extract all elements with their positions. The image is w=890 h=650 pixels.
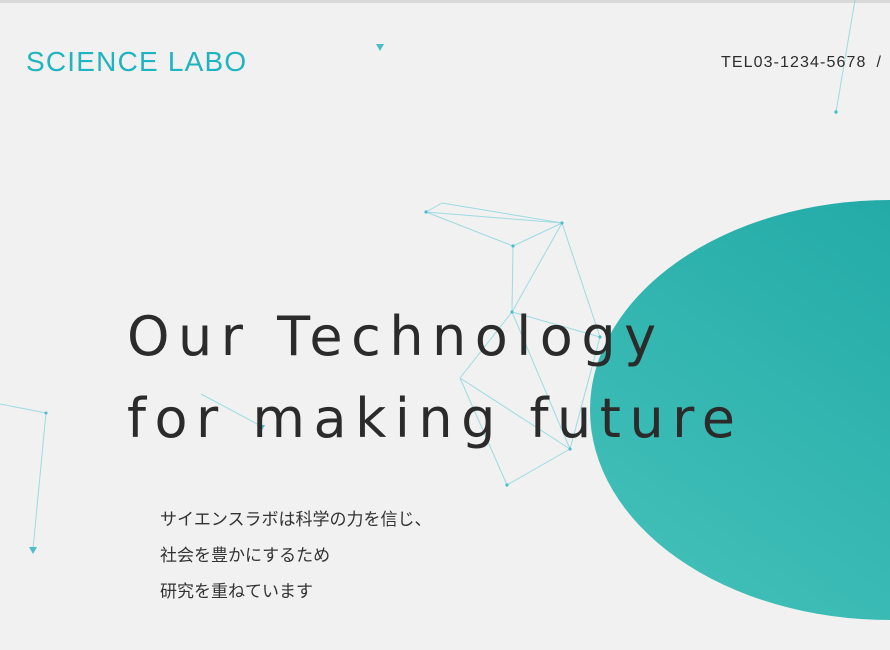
header-contact: TEL03-1234-5678 / bbox=[721, 54, 882, 72]
brand-logo[interactable]: SCIENCE LABO bbox=[26, 46, 247, 78]
intro-line-2: 社会を豊かにするため bbox=[160, 546, 331, 566]
hero-line-2: for making future bbox=[127, 387, 744, 450]
hero-heading: Our Technology for making future bbox=[127, 296, 743, 460]
phone-link[interactable]: TEL03-1234-5678 bbox=[721, 54, 866, 71]
intro-text: サイエンスラボは科学の力を信じ、 社会を豊かにするため 研究を重ねています bbox=[160, 502, 432, 610]
hero-line-1: Our Technology bbox=[127, 305, 665, 368]
intro-line-1: サイエンスラボは科学の力を信じ、 bbox=[160, 510, 432, 530]
header-separator: / bbox=[876, 54, 882, 71]
intro-line-3: 研究を重ねています bbox=[160, 582, 313, 602]
